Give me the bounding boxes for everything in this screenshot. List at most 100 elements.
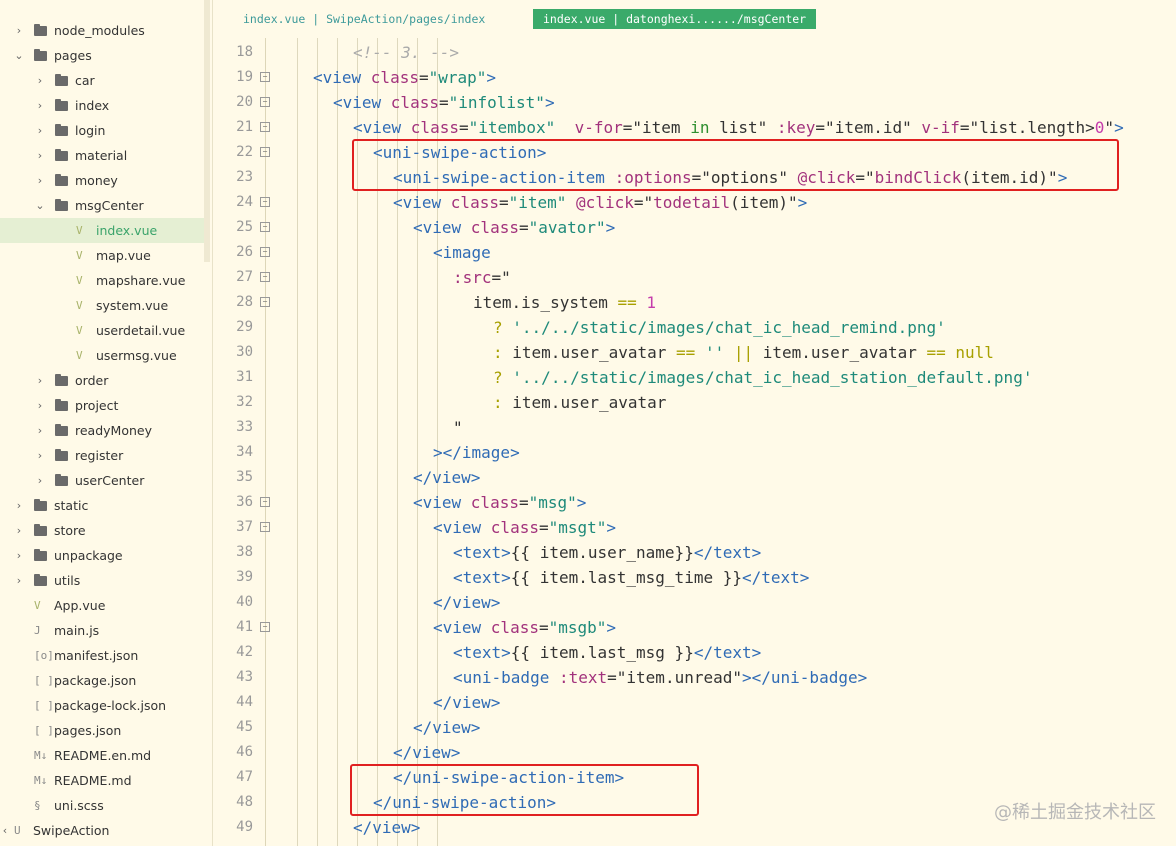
code-line[interactable]: 45 </view> bbox=[213, 715, 1176, 740]
chevron-right-icon[interactable]: › bbox=[14, 568, 24, 593]
tree-item[interactable]: [o] manifest.json bbox=[0, 643, 204, 668]
tree-item[interactable]: Vmapshare.vue bbox=[0, 268, 204, 293]
tree-item[interactable]: § uni.scss bbox=[0, 793, 204, 818]
vue-file-icon: V bbox=[76, 349, 83, 362]
code-line[interactable]: 19− <view class="wrap"> bbox=[213, 65, 1176, 90]
chevron-right-icon[interactable]: › bbox=[35, 168, 45, 193]
code-line[interactable]: 40 </view> bbox=[213, 590, 1176, 615]
code-line[interactable]: 46 </view> bbox=[213, 740, 1176, 765]
tree-item[interactable]: › readyMoney bbox=[0, 418, 204, 443]
code-line[interactable]: 21− <view class="itembox" v-for="item in … bbox=[213, 115, 1176, 140]
code-line[interactable]: 41− <view class="msgb"> bbox=[213, 615, 1176, 640]
fold-toggle-icon[interactable]: − bbox=[260, 272, 270, 282]
tab-swipeaction-index[interactable]: index.vue | SwipeAction/pages/index bbox=[233, 9, 495, 29]
code-line[interactable]: 30: item.user_avatar == '' || item.user_… bbox=[213, 340, 1176, 365]
fold-toggle-icon[interactable]: − bbox=[260, 147, 270, 157]
tree-item[interactable]: M↓ README.md bbox=[0, 768, 204, 793]
chevron-right-icon[interactable]: › bbox=[35, 68, 45, 93]
code-line[interactable]: 25− <view class="avator"> bbox=[213, 215, 1176, 240]
fold-toggle-icon[interactable]: − bbox=[260, 222, 270, 232]
code-line[interactable]: 26− <image bbox=[213, 240, 1176, 265]
tree-item[interactable]: › money bbox=[0, 168, 204, 193]
tree-item[interactable]: ⌄ pages bbox=[0, 43, 204, 68]
chevron-right-icon[interactable]: › bbox=[35, 368, 45, 393]
code-line[interactable]: 42 <text>{{ item.last_msg }}</text> bbox=[213, 640, 1176, 665]
chevron-left-icon[interactable]: ‹ bbox=[0, 818, 10, 843]
tree-item[interactable]: › store bbox=[0, 518, 204, 543]
tree-item-label: readyMoney bbox=[75, 423, 152, 438]
chevron-right-icon[interactable]: › bbox=[35, 143, 45, 168]
code-editor[interactable]: 18 <!-- 3. --> 19− <view class="wrap"> 20− <v… bbox=[213, 38, 1176, 846]
code-line[interactable]: 24− <view class="item" @click="todetail(i… bbox=[213, 190, 1176, 215]
sidebar-scrollbar[interactable] bbox=[204, 0, 210, 262]
tree-item[interactable]: › login bbox=[0, 118, 204, 143]
tree-item[interactable]: Vindex.vue bbox=[0, 218, 204, 243]
tree-item[interactable]: Vusermsg.vue bbox=[0, 343, 204, 368]
code-text: </view> bbox=[433, 590, 500, 615]
tree-item[interactable]: › order bbox=[0, 368, 204, 393]
fold-toggle-icon[interactable]: − bbox=[260, 622, 270, 632]
tree-item[interactable]: ⌄ msgCenter bbox=[0, 193, 204, 218]
code-line[interactable]: 37− <view class="msgt"> bbox=[213, 515, 1176, 540]
fold-toggle-icon[interactable]: − bbox=[260, 247, 270, 257]
code-line[interactable]: 43 <uni-badge :text="item.unread"></uni-b… bbox=[213, 665, 1176, 690]
fold-toggle-icon[interactable]: − bbox=[260, 522, 270, 532]
chevron-right-icon[interactable]: › bbox=[14, 543, 24, 568]
tree-item[interactable]: M↓ README.en.md bbox=[0, 743, 204, 768]
chevron-right-icon[interactable]: › bbox=[35, 443, 45, 468]
code-token: == bbox=[617, 293, 637, 312]
tree-item[interactable]: › utils bbox=[0, 568, 204, 593]
tree-item[interactable]: › index bbox=[0, 93, 204, 118]
tree-item[interactable]: [ ] package-lock.json bbox=[0, 693, 204, 718]
fold-toggle-icon[interactable]: − bbox=[260, 122, 270, 132]
code-line[interactable]: 39 <text>{{ item.last_msg_time }}</text> bbox=[213, 565, 1176, 590]
fold-toggle-icon[interactable]: − bbox=[260, 97, 270, 107]
tab-msgcenter-index[interactable]: index.vue | datonghexi....../msgCenter bbox=[533, 9, 817, 29]
code-text: </view> bbox=[413, 715, 480, 740]
code-line[interactable]: 44 </view> bbox=[213, 690, 1176, 715]
tree-item[interactable]: V App.vue bbox=[0, 593, 204, 618]
tree-item[interactable]: [ ] package.json bbox=[0, 668, 204, 693]
code-line[interactable]: 36− <view class="msg"> bbox=[213, 490, 1176, 515]
tree-item[interactable]: › userCenter bbox=[0, 468, 204, 493]
code-line[interactable]: 35 </view> bbox=[213, 465, 1176, 490]
chevron-down-icon[interactable]: ⌄ bbox=[35, 193, 45, 218]
tree-item[interactable]: Jmain.js bbox=[0, 618, 204, 643]
tree-item[interactable]: › static bbox=[0, 493, 204, 518]
code-line[interactable]: 31? '../../static/images/chat_ic_head_st… bbox=[213, 365, 1176, 390]
fold-toggle-icon[interactable]: − bbox=[260, 297, 270, 307]
chevron-right-icon[interactable]: › bbox=[14, 18, 24, 43]
chevron-right-icon[interactable]: › bbox=[14, 518, 24, 543]
fold-toggle-icon[interactable]: − bbox=[260, 197, 270, 207]
project-explorer[interactable]: › node_modules ⌄ pages › car › index › login › mate… bbox=[0, 0, 213, 846]
code-line[interactable]: 18 <!-- 3. --> bbox=[213, 40, 1176, 65]
fold-toggle-icon[interactable]: − bbox=[260, 497, 270, 507]
tree-item[interactable]: › unpackage bbox=[0, 543, 204, 568]
code-line[interactable]: 20− <view class="infolist"> bbox=[213, 90, 1176, 115]
chevron-right-icon[interactable]: › bbox=[35, 418, 45, 443]
tree-item[interactable]: › register bbox=[0, 443, 204, 468]
code-line[interactable]: 27−:src=" bbox=[213, 265, 1176, 290]
fold-toggle-icon[interactable]: − bbox=[260, 72, 270, 82]
tree-item[interactable]: [ ] pages.json bbox=[0, 718, 204, 743]
tree-item[interactable]: Vsystem.vue bbox=[0, 293, 204, 318]
tree-item[interactable]: Vuserdetail.vue bbox=[0, 318, 204, 343]
tree-item[interactable]: › material bbox=[0, 143, 204, 168]
code-line[interactable]: 34 ></image> bbox=[213, 440, 1176, 465]
code-line[interactable]: 32: item.user_avatar bbox=[213, 390, 1176, 415]
tree-item[interactable]: › project bbox=[0, 393, 204, 418]
code-line[interactable]: 33 " bbox=[213, 415, 1176, 440]
chevron-down-icon[interactable]: ⌄ bbox=[14, 43, 24, 68]
code-line[interactable]: 28− item.is_system == 1 bbox=[213, 290, 1176, 315]
chevron-right-icon[interactable]: › bbox=[35, 118, 45, 143]
chevron-right-icon[interactable]: › bbox=[14, 493, 24, 518]
code-line[interactable]: 38 <text>{{ item.user_name}}</text> bbox=[213, 540, 1176, 565]
code-line[interactable]: 29? '../../static/images/chat_ic_head_re… bbox=[213, 315, 1176, 340]
tree-item[interactable]: › car bbox=[0, 68, 204, 93]
chevron-right-icon[interactable]: › bbox=[35, 393, 45, 418]
tree-item[interactable]: Vmap.vue bbox=[0, 243, 204, 268]
chevron-right-icon[interactable]: › bbox=[35, 93, 45, 118]
tree-item[interactable]: ‹ U SwipeAction bbox=[0, 818, 204, 843]
chevron-right-icon[interactable]: › bbox=[35, 468, 45, 493]
tree-item[interactable]: › node_modules bbox=[0, 18, 204, 43]
